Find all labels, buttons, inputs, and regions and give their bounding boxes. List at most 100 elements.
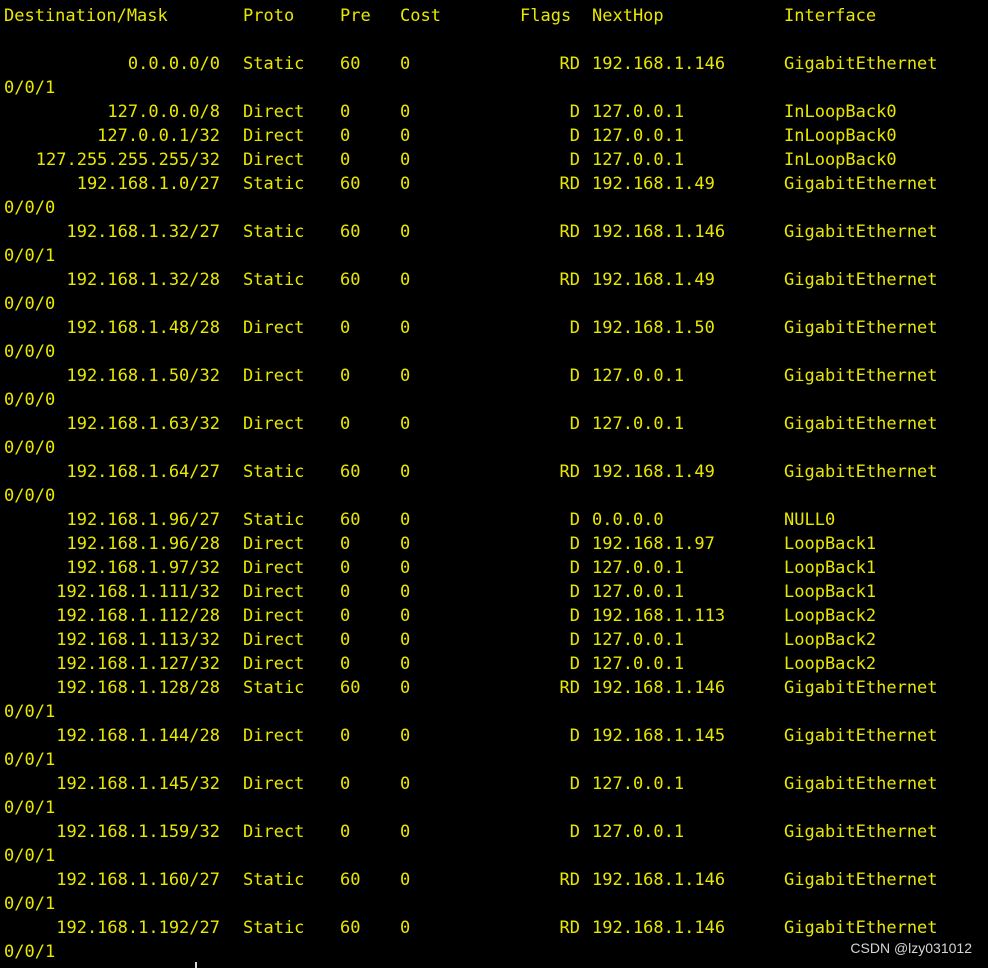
route-interface: GigabitEthernet	[784, 774, 938, 794]
route-interface: GigabitEthernet	[784, 726, 938, 746]
route-nexthop: 127.0.0.1	[592, 774, 685, 794]
route-row: 192.168.1.50/32 Direct 0 0 D 127.0.0.1 Gigabit…	[0, 364, 988, 388]
route-interface-continued: 0/0/1	[4, 702, 56, 722]
route-pre: 0	[340, 318, 351, 338]
route-interface-continued: 0/0/1	[4, 246, 56, 266]
route-proto: Static	[243, 510, 305, 530]
route-proto: Direct	[243, 630, 305, 650]
header-proto: Proto	[243, 6, 295, 26]
route-cost: 0	[400, 126, 411, 146]
route-row: 0.0.0.0/0 Static 60 0 RD 192.168.1.146 Gigabit…	[0, 52, 988, 76]
route-destination: 127.255.255.255/32	[35, 150, 220, 170]
route-row: 192.168.1.63/32 Direct 0 0 D 127.0.0.1 Gigabit…	[0, 412, 988, 436]
route-pre: 60	[340, 462, 361, 482]
route-flags: RD	[559, 222, 580, 242]
route-pre: 60	[340, 510, 361, 530]
route-row: 192.168.1.128/28 Static 60 0 RD 192.168.1.146…	[0, 676, 988, 700]
route-pre: 60	[340, 54, 361, 74]
terminal-window[interactable]: Destination/Mask Proto Pre Cost Flags Ne…	[0, 0, 988, 968]
route-flags: D	[569, 558, 580, 578]
route-nexthop: 127.0.0.1	[592, 630, 685, 650]
route-cost: 0	[400, 678, 411, 698]
route-proto: Direct	[243, 726, 305, 746]
route-row: 192.168.1.32/28 Static 60 0 RD 192.168.1.49 Gi…	[0, 268, 988, 292]
route-proto: Direct	[243, 534, 305, 554]
route-flags: RD	[559, 54, 580, 74]
route-proto: Direct	[243, 366, 305, 386]
route-proto: Direct	[243, 414, 305, 434]
route-nexthop: 192.168.1.50	[592, 318, 715, 338]
route-nexthop: 127.0.0.1	[592, 582, 685, 602]
route-interface: GigabitEthernet	[784, 54, 938, 74]
route-interface: LoopBack2	[784, 606, 877, 626]
route-cost: 0	[400, 414, 411, 434]
route-destination: 192.168.1.192/27	[56, 918, 220, 938]
route-cost: 0	[400, 870, 411, 890]
header-interface: Interface	[784, 6, 877, 26]
route-cost: 0	[400, 822, 411, 842]
route-cost: 0	[400, 558, 411, 578]
route-interface-continued: 0/0/1	[4, 78, 56, 98]
route-flags: D	[569, 414, 580, 434]
route-cost: 0	[400, 318, 411, 338]
route-pre: 0	[340, 558, 351, 578]
route-row-wrap: 0/0/1	[0, 892, 988, 916]
route-nexthop: 192.168.1.145	[592, 726, 726, 746]
route-proto: Static	[243, 54, 305, 74]
route-nexthop: 127.0.0.1	[592, 558, 685, 578]
csdn-watermark: CSDN @lzy031012	[850, 940, 972, 956]
route-row: 127.255.255.255/32 Direct 0 0 D 127.0.0.1 InLo…	[0, 148, 988, 172]
route-nexthop: 127.0.0.1	[592, 822, 685, 842]
route-flags: D	[569, 150, 580, 170]
route-nexthop: 127.0.0.1	[592, 654, 685, 674]
route-interface: GigabitEthernet	[784, 822, 938, 842]
route-row-wrap: 0/0/0	[0, 436, 988, 460]
route-destination: 192.168.1.96/27	[66, 510, 220, 530]
route-interface-continued: 0/0/0	[4, 438, 56, 458]
route-pre: 0	[340, 366, 351, 386]
route-proto: Static	[243, 870, 305, 890]
route-row: 192.168.1.64/27 Static 60 0 RD 192.168.1.49 Gi…	[0, 460, 988, 484]
route-pre: 60	[340, 870, 361, 890]
route-interface: GigabitEthernet	[784, 918, 938, 938]
route-proto: Direct	[243, 102, 305, 122]
route-destination: 192.168.1.112/28	[56, 606, 220, 626]
route-row-wrap: 0/0/1	[0, 796, 988, 820]
route-destination: 192.168.1.128/28	[56, 678, 220, 698]
header-nexthop: NextHop	[592, 6, 664, 26]
route-nexthop: 192.168.1.146	[592, 918, 726, 938]
route-pre: 0	[340, 630, 351, 650]
route-interface-continued: 0/0/0	[4, 294, 56, 314]
route-proto: Static	[243, 174, 305, 194]
route-flags: RD	[559, 678, 580, 698]
route-destination: 192.168.1.144/28	[56, 726, 220, 746]
route-pre: 60	[340, 222, 361, 242]
route-flags: D	[569, 654, 580, 674]
route-interface: NULL0	[784, 510, 836, 530]
route-interface: LoopBack2	[784, 630, 877, 650]
route-row: 192.168.1.112/28 Direct 0 0 D 192.168.1.113 Lo…	[0, 604, 988, 628]
route-flags: D	[569, 102, 580, 122]
route-row: 192.168.1.159/32 Direct 0 0 D 127.0.0.1 Gigabi…	[0, 820, 988, 844]
route-row-wrap: 0/0/1	[0, 76, 988, 100]
route-destination: 192.168.1.96/28	[66, 534, 220, 554]
route-destination: 192.168.1.0/27	[76, 174, 220, 194]
route-interface: GigabitEthernet	[784, 174, 938, 194]
route-proto: Static	[243, 222, 305, 242]
route-row-wrap: 0/0/0	[0, 292, 988, 316]
route-proto: Direct	[243, 606, 305, 626]
route-destination: 192.168.1.127/32	[56, 654, 220, 674]
route-flags: D	[569, 606, 580, 626]
route-flags: RD	[559, 270, 580, 290]
route-proto: Static	[243, 270, 305, 290]
route-row: 127.0.0.0/8 Direct 0 0 D 127.0.0.1 InLoopBack0	[0, 100, 988, 124]
route-nexthop: 0.0.0.0	[592, 510, 664, 530]
route-destination: 192.168.1.50/32	[66, 366, 220, 386]
route-proto: Static	[243, 462, 305, 482]
route-pre: 0	[340, 414, 351, 434]
route-nexthop: 127.0.0.1	[592, 102, 685, 122]
route-interface: GigabitEthernet	[784, 414, 938, 434]
header-pre: Pre	[340, 6, 371, 26]
route-row: 192.168.1.145/32 Direct 0 0 D 127.0.0.1 Gigabi…	[0, 772, 988, 796]
route-proto: Direct	[243, 318, 305, 338]
